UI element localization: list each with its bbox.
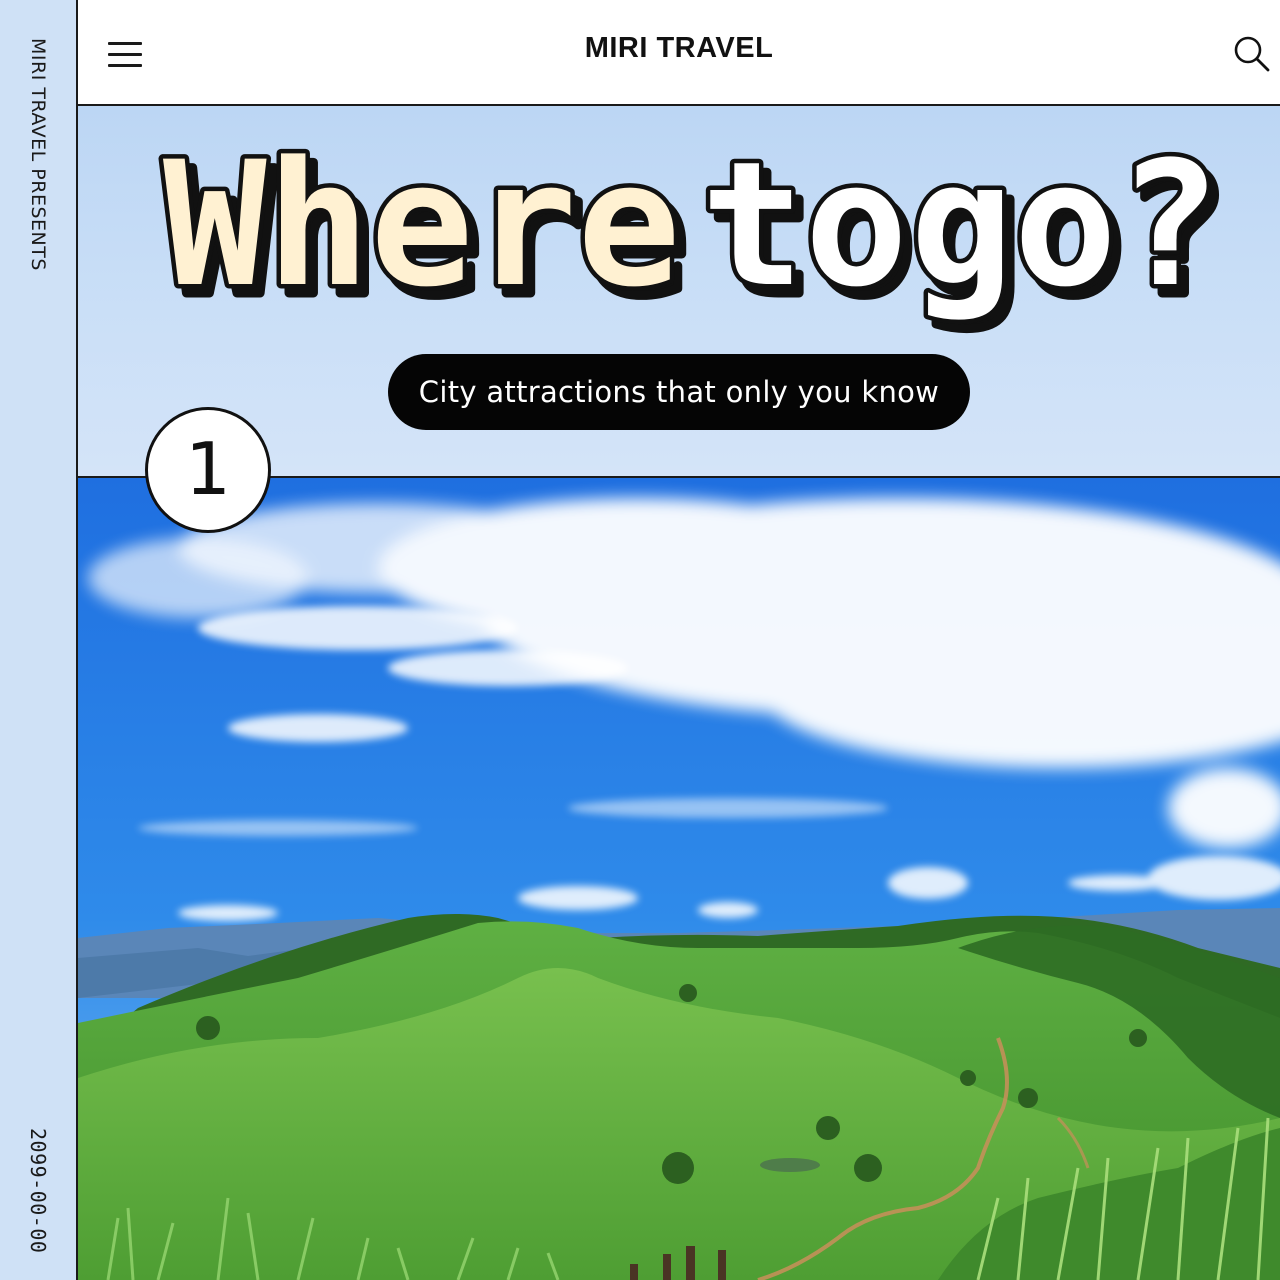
headline-word-to: to	[701, 124, 908, 325]
rail-presents-label: MIRI TRAVEL PRESENTS	[27, 38, 49, 271]
number-badge: 1	[145, 407, 271, 533]
rail-date-label: 2099-00-00	[26, 1128, 50, 1254]
top-bar: MIRI TRAVEL	[78, 0, 1280, 106]
headline-word-where: Where	[163, 124, 681, 325]
headline: Where to go? Where to go?	[159, 120, 1234, 339]
landscape-photo	[78, 478, 1280, 1280]
subtitle-pill: City attractions that only you know	[388, 354, 970, 430]
side-rail: MIRI TRAVEL PRESENTS 2099-00-00	[0, 0, 78, 1280]
headline-word-go: go?	[910, 124, 1221, 325]
hero-section: Where to go? Where to go? City attractio…	[78, 106, 1280, 478]
search-icon[interactable]	[1232, 34, 1272, 74]
brand-title: MIRI TRAVEL	[584, 32, 774, 64]
